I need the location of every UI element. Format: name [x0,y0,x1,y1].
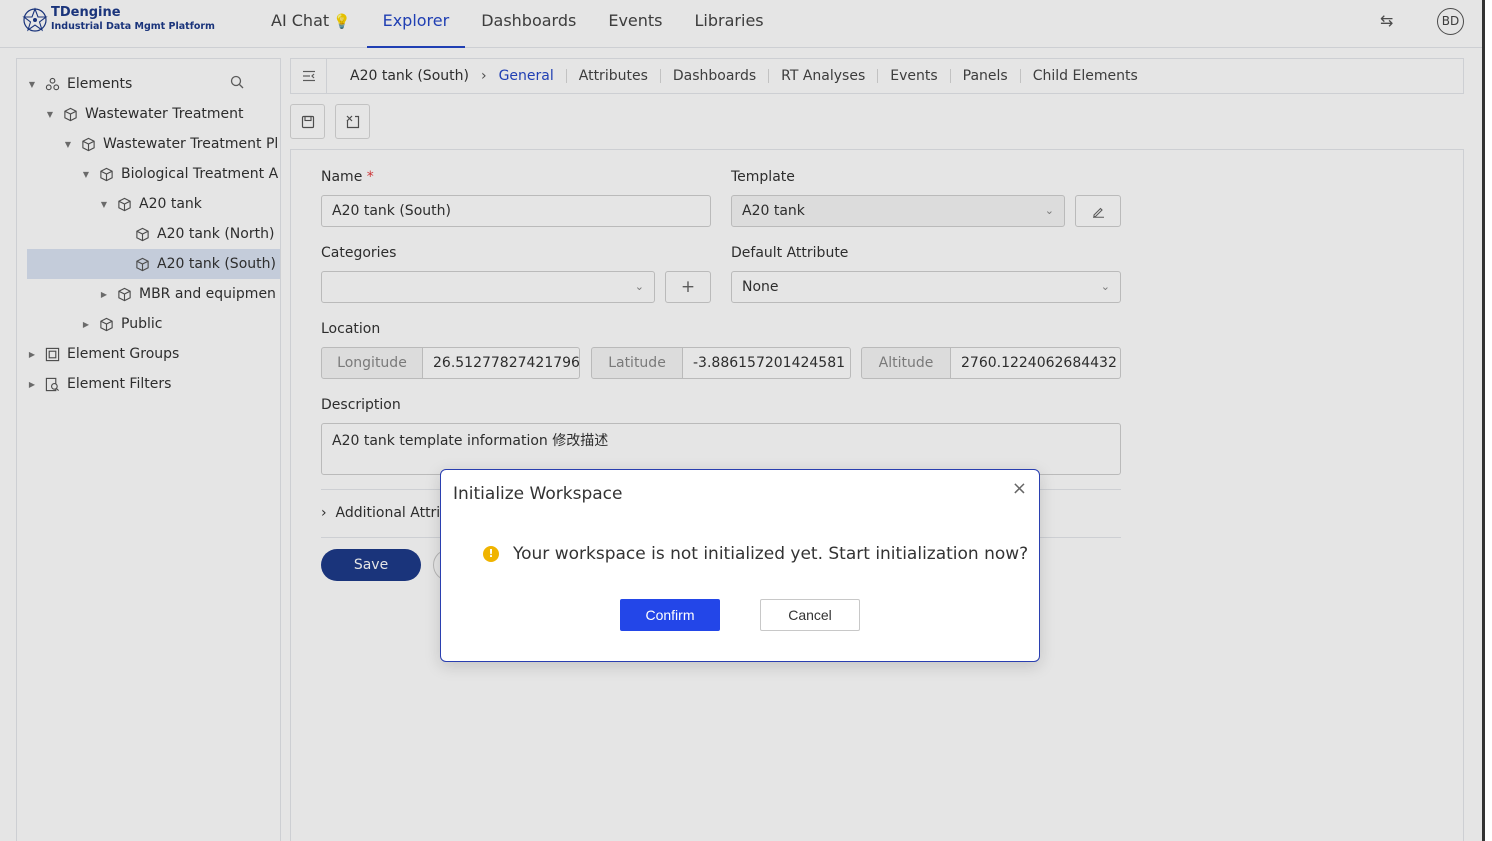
dialog-message-text: Your workspace is not initialized yet. S… [513,544,1029,564]
dialog-message: ! Your workspace is not initialized yet.… [483,544,1028,564]
modal-overlay[interactable] [0,0,1482,841]
close-icon[interactable]: × [1012,478,1027,499]
dialog-title: Initialize Workspace [453,484,623,504]
initialize-workspace-dialog: Initialize Workspace × ! Your workspace … [440,469,1040,662]
window-edge [1482,0,1492,841]
cancel-button[interactable]: Cancel [760,599,860,631]
warning-icon: ! [483,546,499,562]
confirm-button[interactable]: Confirm [620,599,720,631]
